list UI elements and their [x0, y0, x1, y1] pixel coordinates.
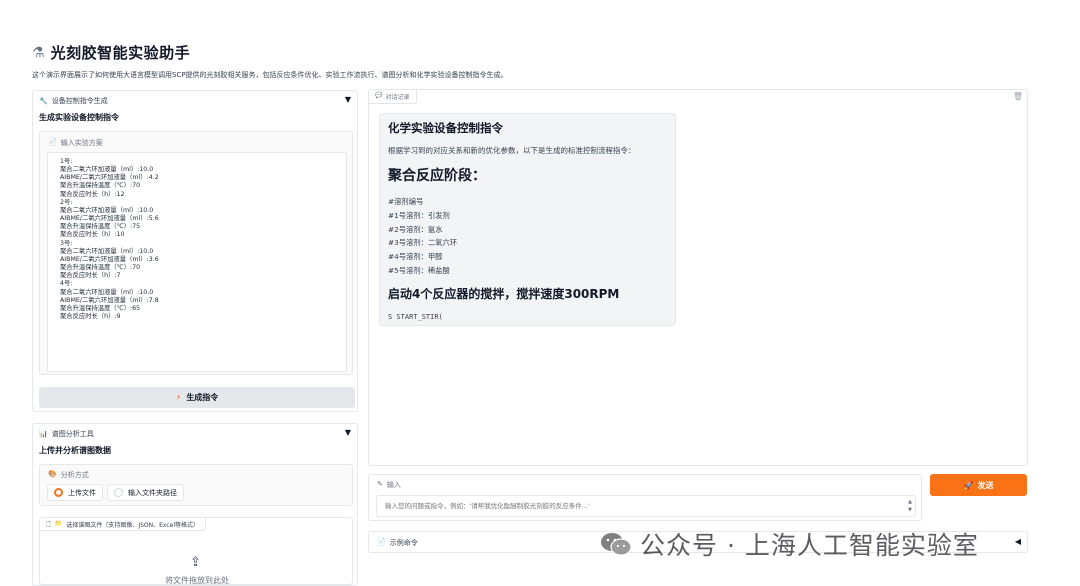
upload-label: 🗋 📁 选择谱图文件（支持图像、JSON、Excel等格式） — [40, 518, 206, 531]
analysis-method-label-text: 分析方式 — [60, 471, 89, 479]
spectrum-analysis-panel: 📊 谱图分析工具 ▼ 上传并分析谱图数据 🎨 分析方式 上传文件 输入文件夹路径… — [32, 423, 358, 586]
plan-line: 聚合升温保持温度（℃）:70 — [60, 264, 141, 272]
experiment-plan-label: 📄 输入实验方案 — [48, 138, 103, 148]
spectrum-panel-subtitle: 上传并分析谱图数据 — [39, 446, 111, 455]
send-button-label: 发送 — [977, 480, 994, 490]
upload-label-text: 选择谱图文件（支持图像、JSON、Excel等格式） — [66, 522, 199, 529]
generate-command-button[interactable]: ⚡ 生成指令 — [39, 387, 355, 408]
device-panel-header-label: 设备控制指令生成 — [51, 97, 108, 105]
solvent-list-item: #3号溶剂：二氧六环 — [388, 238, 458, 248]
rocket-icon: 🚀 — [963, 480, 974, 490]
radio-folder-path-label: 输入文件夹路径 — [128, 488, 177, 497]
plan-line: AIBME/二氧六环加液量（ml）:3.6 — [60, 255, 159, 263]
solvent-list-item: #1号溶剂：引发剂 — [388, 210, 450, 220]
message-code: S START_STIR( — [388, 313, 443, 321]
wechat-icon — [601, 533, 632, 556]
plan-line: 聚合反应时长（h）:12 — [60, 190, 125, 198]
solvent-list: #溶剂编号 #1号溶剂：引发剂 #2号溶剂：氨水 #3号溶剂：二氧六环 #4号溶剂：甲醇… — [388, 195, 457, 278]
experiment-plan-block: 📄 输入实验方案 1号: 聚合二氧六环加液量（ml）:10.0 AIBME/二氧六环… — [39, 131, 353, 375]
solvent-list-item: #溶剂编号 — [388, 197, 424, 206]
flask-icon: ⚗ — [32, 44, 45, 61]
folder-icon: 📁 — [54, 520, 63, 527]
palette-icon: 🎨 — [48, 470, 57, 478]
plan-line: 聚合升温保持温度（℃）:65 — [60, 304, 141, 312]
plan-line: 4号: — [60, 280, 73, 288]
top-strip — [0, 0, 1080, 40]
message-heading: 化学实验设备控制指令 — [388, 121, 503, 135]
solvent-list-item: #4号溶剂：甲醇 — [388, 252, 443, 262]
input-spinner[interactable]: ▲ ▼ — [908, 498, 912, 514]
radio-folder-path[interactable]: 输入文件夹路径 — [107, 484, 184, 501]
plan-line: 1号: — [60, 158, 73, 165]
plan-line: 聚合反应时长（h）:10 — [60, 231, 125, 239]
message-section-heading: 聚合反应阶段： — [388, 168, 486, 184]
device-control-panel: 🔧 设备控制指令生成 ▼ 生成实验设备控制指令 📄 输入实验方案 1号: 聚合二氧… — [32, 90, 358, 412]
chat-input[interactable] — [376, 495, 916, 517]
spectrum-panel-header[interactable]: 📊 谱图分析工具 — [39, 429, 94, 439]
lightning-icon: ⚡ — [175, 393, 182, 402]
spectrum-panel-header-label: 谱图分析工具 — [51, 430, 94, 438]
plan-line: 3号: — [60, 239, 73, 247]
radio-upload-file-label: 上传文件 — [68, 488, 96, 497]
upload-icon: ⇪ — [190, 555, 201, 570]
plan-line: 聚合反应时长（h）:7 — [60, 272, 121, 280]
collapse-toggle-icon[interactable]: ▼ — [345, 95, 351, 104]
watermark-text: 公众号 · 上海人工智能实验室 — [640, 531, 979, 560]
radio-upload-file[interactable]: 上传文件 — [47, 484, 103, 501]
plan-line: 聚合反应时长（h）:9 — [60, 312, 121, 320]
plan-line: 聚合二氧六环加液量（ml）:10.0 — [60, 288, 154, 296]
chart-icon: 📊 — [39, 430, 48, 438]
document-icon: 📄 — [377, 538, 386, 546]
generate-command-label: 生成指令 — [186, 393, 219, 402]
document-icon: 📄 — [48, 138, 57, 146]
wrench-icon: 🔧 — [39, 97, 48, 105]
plan-line: 聚合二氧六环加液量（ml）:10.0 — [60, 206, 154, 214]
file-icon: 🗋 — [46, 521, 51, 528]
example-commands-label-text: 示例命令 — [389, 539, 418, 547]
plan-line: 聚合二氧六环加液量（ml）:10.0 — [60, 247, 154, 255]
device-panel-subtitle: 生成实验设备控制指令 — [39, 113, 119, 122]
assistant-message: 化学实验设备控制指令 根据学习到的对应关系和新的优化参数，以下是生成的标准控制流… — [379, 113, 676, 326]
file-upload-dropzone[interactable]: 🗋 📁 选择谱图文件（支持图像、JSON、Excel等格式） ⇪ 将文件拖放到此… — [39, 517, 353, 585]
collapse-toggle-icon[interactable]: ▼ — [345, 428, 351, 437]
message-intro: 根据学习到的对应关系和新的优化参数，以下是生成的标准控制流程指令： — [388, 146, 636, 155]
plan-line: AIBME/二氧六环加液量（ml）:7.8 — [60, 296, 159, 304]
plan-line: 2号: — [60, 198, 73, 206]
analysis-method-group: 🎨 分析方式 上传文件 输入文件夹路径 — [39, 464, 353, 506]
send-button[interactable]: 🚀 发送 — [930, 474, 1027, 496]
page-title: 光刻胶智能实验助手 — [50, 44, 191, 62]
page-description: 这个演示界面展示了如何使用大语言模型调用SCP提供的光刻胶相关服务，包括反应条件… — [32, 71, 508, 79]
analysis-method-label: 🎨 分析方式 — [48, 470, 89, 480]
solvent-list-item: #2号溶剂：氨水 — [388, 224, 443, 234]
app-header: ⚗ 光刻胶智能实验助手 — [32, 42, 190, 63]
message-step-heading: 启动4个反应器的搅拌，搅拌速度300RPM — [388, 287, 620, 301]
chat-input-label: ✎ 输入 — [377, 480, 401, 490]
chat-icon: 💬 — [375, 92, 383, 99]
experiment-plan-textarea[interactable]: 1号: 聚合二氧六环加液量（ml）:10.0 AIBME/二氧六环加液量（ml）:4… — [47, 152, 347, 372]
chat-history-panel: 💬 对话记录 🗑 化学实验设备控制指令 根据学习到的对应关系和新的优化参数，以下… — [368, 89, 1028, 466]
trash-icon[interactable]: 🗑 — [1013, 92, 1023, 101]
experiment-plan-label-text: 输入实验方案 — [60, 139, 103, 147]
radio-unselected-icon — [114, 488, 123, 497]
plan-line: 聚合升温保持温度（℃）:70 — [60, 182, 141, 190]
solvent-list-item: #5号溶剂：稀盐酸 — [388, 265, 450, 275]
expand-toggle-icon[interactable]: ◀ — [1015, 537, 1021, 546]
upload-hint: 将文件拖放到此处 — [165, 576, 229, 585]
chat-input-panel: ✎ 输入 ▲▼ — [368, 474, 922, 521]
device-panel-header[interactable]: 🔧 设备控制指令生成 — [39, 96, 108, 106]
chat-history-tag: 💬 对话记录 — [369, 90, 417, 104]
chat-history-tag-label: 对话记录 — [385, 94, 410, 101]
pencil-icon: ✎ — [377, 480, 383, 488]
radio-selected-icon — [54, 488, 63, 497]
chat-input-label-text: 输入 — [386, 481, 401, 489]
example-commands-label: 📄 示例命令 — [377, 538, 418, 548]
watermark: 公众号 · 上海人工智能实验室 — [600, 526, 979, 562]
